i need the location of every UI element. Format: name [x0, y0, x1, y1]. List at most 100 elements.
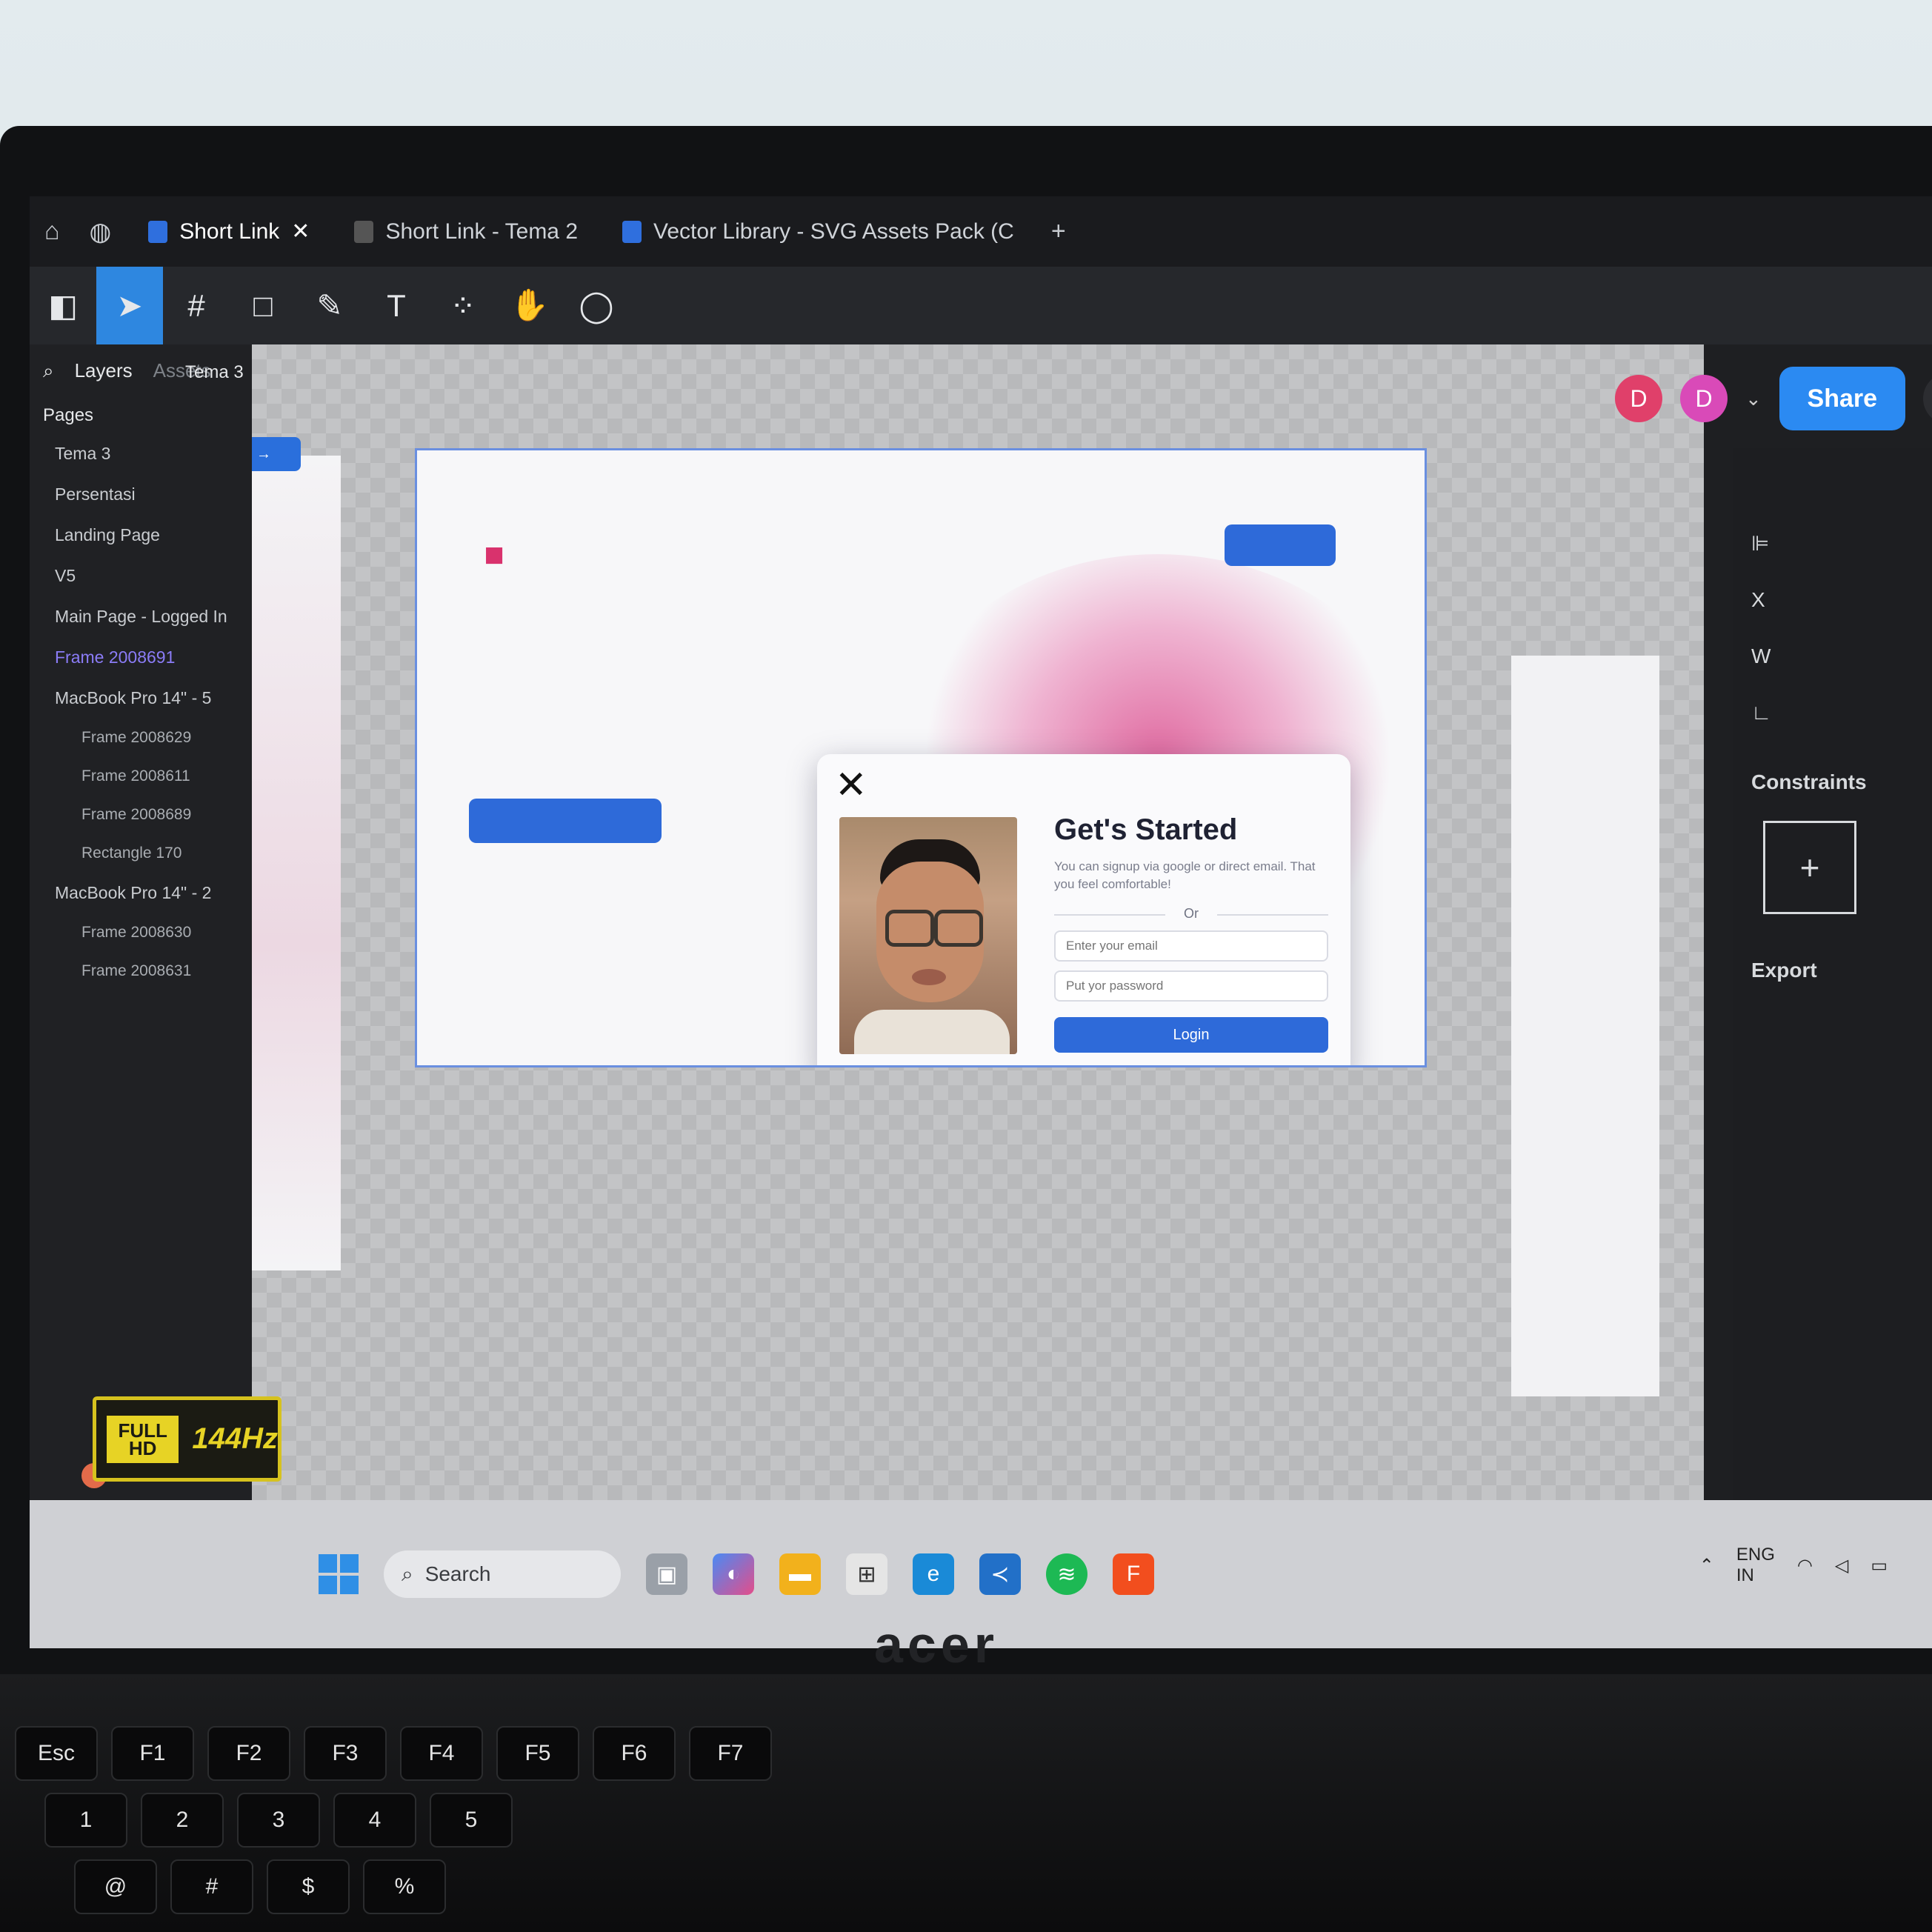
figma-icon[interactable]: F — [1113, 1553, 1154, 1595]
adjacent-login-button: → — [252, 437, 301, 471]
frame-logo: ◼ — [484, 540, 505, 568]
tab-short-link-tema-2[interactable]: Short Link - Tema 2 — [332, 196, 600, 267]
photo-glasses — [934, 910, 983, 947]
wifi-icon[interactable]: ◠ — [1797, 1555, 1813, 1576]
corner-radius-icon[interactable]: ∟ — [1733, 684, 1932, 741]
close-icon[interactable]: ✕ — [835, 766, 867, 805]
pages-heading: Pages — [43, 405, 94, 425]
file-explorer-icon[interactable]: ▬ — [779, 1553, 821, 1595]
modal-title: Get's Started — [1054, 813, 1238, 846]
close-icon[interactable]: ✕ — [291, 219, 310, 244]
keyboard-key: 4 — [333, 1793, 416, 1848]
avatar[interactable]: D — [1615, 375, 1662, 422]
plus-icon[interactable]: + — [1036, 217, 1081, 246]
x-label: X — [1751, 588, 1765, 611]
layer-item[interactable]: Frame 2008689 — [30, 796, 252, 834]
main-menu-button[interactable]: ◧ — [30, 267, 96, 344]
home-icon[interactable]: ⌂ — [30, 217, 75, 246]
login-button[interactable]: Login — [1054, 1017, 1328, 1053]
system-tray: ⌃ ENG IN ◠ ◁ ▭ — [1699, 1545, 1888, 1586]
battery-icon[interactable]: ▭ — [1871, 1555, 1888, 1576]
store-icon[interactable]: ⊞ — [846, 1553, 887, 1595]
or-label: Or — [1184, 906, 1199, 921]
tab-vector-library[interactable]: Vector Library - SVG Assets Pack (C — [600, 196, 1036, 267]
vscode-icon[interactable]: ≺ — [979, 1553, 1021, 1595]
export-heading[interactable]: Export — [1733, 929, 1932, 994]
laptop-screen: ⌂ ◍ Short Link ✕ Short Link - Tema 2 Vec… — [30, 196, 1932, 1648]
layer-item[interactable]: V5 — [30, 556, 252, 596]
selected-frame[interactable]: ◼ ✕ Get's Started You can signup via goo… — [415, 448, 1427, 1067]
display-sticker: FULL HD 144Hz — [93, 1396, 282, 1482]
lang-sub: IN — [1736, 1565, 1754, 1585]
layer-item[interactable]: Frame 2008630 — [30, 913, 252, 952]
layer-item[interactable]: Rectangle 170 — [30, 834, 252, 873]
figma-file-icon — [148, 220, 168, 243]
components-button[interactable]: ⁘ — [430, 267, 496, 344]
lang-indicator[interactable]: ENG IN — [1736, 1545, 1775, 1586]
design-canvas[interactable]: → ◼ ✕ Get's Started You can signup via g… — [252, 344, 1704, 1500]
frame-cta-button — [469, 799, 662, 843]
layer-item[interactable]: Frame 2008631 — [30, 952, 252, 990]
pen-tool-button[interactable]: ✎ — [296, 267, 363, 344]
hand-tool-button[interactable]: ✋ — [496, 267, 563, 344]
layer-item[interactable]: Landing Page — [30, 515, 252, 556]
text-tool-button[interactable]: T — [363, 267, 430, 344]
keyboard-key: @ — [74, 1859, 157, 1914]
keyboard-key: % — [363, 1859, 446, 1914]
keyboard-key: 5 — [430, 1793, 513, 1848]
sticker-hz: 144Hz — [192, 1422, 278, 1455]
comment-tool-button[interactable]: ◯ — [563, 267, 630, 344]
constraints-heading: Constraints — [1751, 770, 1867, 793]
spotify-icon[interactable]: ≋ — [1046, 1553, 1087, 1595]
shape-tool-button[interactable]: □ — [230, 267, 296, 344]
password-field[interactable] — [1054, 970, 1328, 1002]
task-view-icon[interactable]: ▣ — [646, 1553, 687, 1595]
layer-item[interactable]: Frame 2008691 — [30, 637, 252, 678]
page-item[interactable]: Persentasi — [30, 474, 252, 515]
keyboard-key: F2 — [207, 1726, 290, 1781]
tab-layers[interactable]: Layers — [75, 359, 133, 383]
move-tool-button[interactable]: ➤ — [96, 267, 163, 344]
constraints-widget[interactable]: + — [1763, 821, 1856, 914]
sticker-hd: FULL HD — [107, 1415, 179, 1463]
page-selector[interactable]: Tema 3 — [185, 362, 244, 383]
globe-icon[interactable]: ◍ — [75, 217, 127, 247]
or-divider: Or — [1054, 906, 1328, 922]
chevron-down-icon[interactable]: ⌄ — [1745, 387, 1762, 410]
dev-mode-icon[interactable]: </> — [1922, 373, 1932, 424]
w-field[interactable]: W — [1733, 628, 1932, 684]
layer-item[interactable]: MacBook Pro 14" - 2 — [30, 873, 252, 913]
search-icon[interactable]: ⌕ — [43, 359, 54, 383]
keyboard-key: 3 — [237, 1793, 320, 1848]
keyboard-key: F7 — [689, 1726, 772, 1781]
adjacent-frame-right — [1511, 656, 1659, 1396]
photo-mouth — [912, 969, 946, 985]
lang-code: ENG — [1736, 1545, 1775, 1565]
edge-icon[interactable]: e — [913, 1553, 954, 1595]
taskbar-search[interactable]: ⌕ Search — [384, 1550, 621, 1598]
copilot-icon[interactable]: ◐ — [713, 1553, 754, 1595]
login-modal: ✕ Get's Started You can signup via googl… — [817, 754, 1350, 1065]
keyboard-key: 2 — [141, 1793, 224, 1848]
collaborators-bar: D D ⌄ Share </> — [1615, 367, 1932, 430]
layer-item[interactable]: Main Page - Logged In — [30, 596, 252, 637]
layer-item[interactable]: MacBook Pro 14" - 5 — [30, 678, 252, 719]
align-left-icon[interactable]: ⊫ — [1733, 515, 1932, 572]
avatar[interactable]: D — [1680, 375, 1728, 422]
photo-shirt — [854, 1010, 1010, 1054]
keyboard-keys: Esc F1 F2 F3 F4 F5 F6 F7 1 2 3 4 5 @ # $% — [0, 1726, 1932, 1932]
layer-item[interactable]: Frame 2008611 — [30, 757, 252, 796]
keyboard-key: F1 — [111, 1726, 194, 1781]
x-field[interactable]: X — [1733, 572, 1932, 628]
windows-start-icon[interactable] — [319, 1554, 359, 1594]
layer-item[interactable]: Frame 2008629 — [30, 719, 252, 757]
modal-subtitle: You can signup via google or direct emai… — [1054, 859, 1316, 891]
email-field[interactable] — [1054, 930, 1328, 962]
frame-tool-button[interactable]: # — [163, 267, 230, 344]
chevron-up-icon[interactable]: ⌃ — [1699, 1555, 1714, 1576]
share-button[interactable]: Share — [1779, 367, 1905, 430]
volume-icon[interactable]: ◁ — [1835, 1555, 1848, 1576]
page-item[interactable]: Tema 3 — [30, 433, 252, 474]
keyboard-key: F5 — [496, 1726, 579, 1781]
tab-short-link[interactable]: Short Link ✕ — [126, 196, 332, 267]
